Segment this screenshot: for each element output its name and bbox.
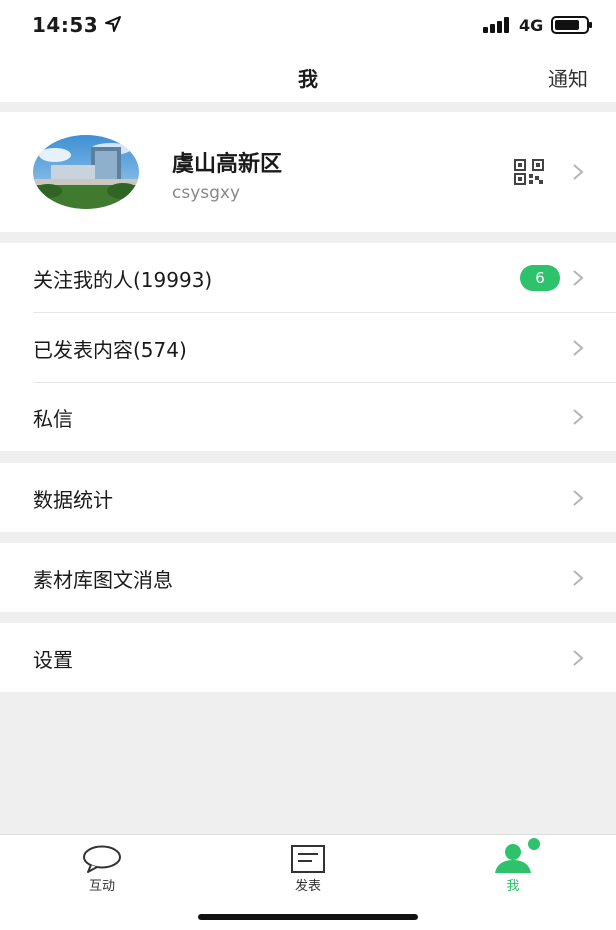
materials-label: 素材库图文消息 (33, 568, 173, 592)
account-group: 关注我的人(19993) 6 已发表内容(574) 私信 (0, 243, 616, 451)
profile-card[interactable]: 虞山高新区 csysgxy (0, 112, 616, 232)
profile-account-id: csysgxy (172, 183, 241, 203)
settings-row[interactable]: 设置 (0, 623, 616, 692)
status-time: 14:53 (32, 13, 99, 37)
avatar (33, 135, 139, 209)
published-label: 已发表内容(574) (33, 338, 187, 362)
chat-bubble-icon (83, 845, 121, 873)
messages-row[interactable]: 私信 (0, 382, 616, 451)
compose-icon (291, 845, 325, 873)
qr-code-icon[interactable] (514, 159, 544, 185)
tab-label: 互动 (88, 879, 115, 894)
followers-row[interactable]: 关注我的人(19993) 6 (0, 243, 616, 312)
materials-group: 素材库图文消息 (0, 543, 616, 612)
tab-me[interactable]: 我 (453, 835, 573, 895)
tab-publish[interactable]: 发表 (248, 835, 368, 895)
settings-label: 设置 (33, 648, 73, 672)
materials-row[interactable]: 素材库图文消息 (0, 543, 616, 612)
person-icon (495, 838, 540, 873)
chevron-right-icon (573, 490, 584, 506)
messages-label: 私信 (33, 407, 73, 431)
statistics-row[interactable]: 数据统计 (0, 463, 616, 532)
followers-badge: 6 (520, 265, 560, 291)
page-title: 我 (298, 67, 318, 91)
statistics-group: 数据统计 (0, 463, 616, 532)
chevron-right-icon (573, 270, 584, 286)
chevron-right-icon (573, 650, 584, 666)
network-type: 4G (519, 16, 544, 35)
published-row[interactable]: 已发表内容(574) (0, 313, 616, 382)
avatar-image (33, 135, 139, 209)
tab-interaction[interactable]: 互动 (42, 835, 162, 895)
location-arrow-icon (105, 16, 121, 32)
settings-group: 设置 (0, 623, 616, 692)
tab-label: 发表 (294, 879, 321, 894)
profile-name: 虞山高新区 (172, 152, 283, 177)
tab-label: 我 (506, 879, 520, 894)
notifications-button[interactable]: 通知 (548, 63, 588, 92)
battery-icon (551, 16, 592, 34)
chevron-right-icon (573, 340, 584, 356)
chevron-right-icon (573, 409, 584, 425)
nav-bar: 我 通知 (0, 50, 616, 102)
statistics-label: 数据统计 (33, 488, 113, 512)
home-indicator (198, 914, 418, 920)
signal-strength-icon (483, 17, 509, 33)
chevron-right-icon (573, 164, 584, 180)
status-bar: 14:53 4G (0, 0, 616, 50)
chevron-right-icon (573, 570, 584, 586)
followers-label: 关注我的人(19993) (33, 268, 213, 292)
